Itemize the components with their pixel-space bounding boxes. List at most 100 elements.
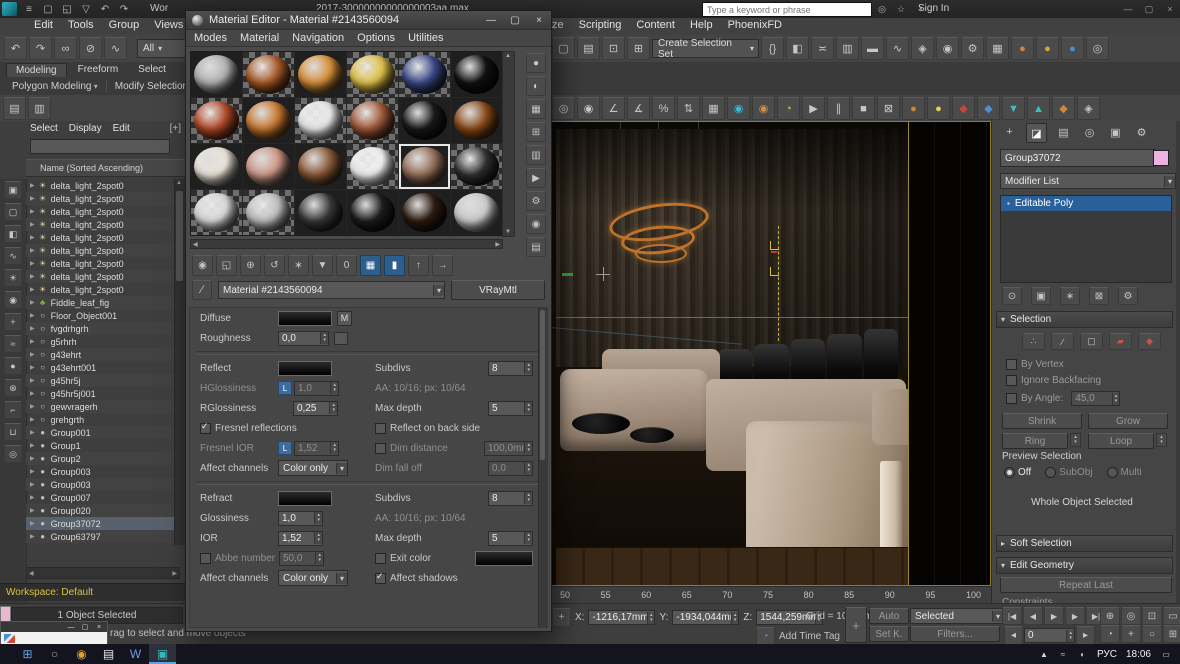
affect-channels-dropdown[interactable]: Color only: [278, 460, 348, 476]
material-slot-24[interactable]: [451, 190, 502, 235]
go-to-parent-icon[interactable]: ↑: [408, 255, 429, 276]
minimize-window-icon[interactable]: —: [1122, 3, 1134, 15]
favorites-icon[interactable]: ☆: [895, 3, 907, 15]
scene-object-row[interactable]: delta_light_2spot0: [26, 244, 175, 257]
scene-object-row[interactable]: Group003: [26, 465, 175, 478]
select-by-material-icon[interactable]: ◉: [526, 214, 546, 234]
taskbar-search-icon[interactable]: ○: [41, 644, 68, 664]
edge-subobject-icon[interactable]: ∕: [1051, 333, 1074, 350]
by-angle-checkbox[interactable]: [1006, 393, 1017, 404]
ignore-backfacing-checkbox[interactable]: [1006, 375, 1017, 386]
field-of-view-icon[interactable]: ◔: [1100, 625, 1120, 643]
scene-object-row[interactable]: delta_light_2spot0: [26, 231, 175, 244]
frame-back-icon[interactable]: ◂: [1004, 626, 1023, 645]
mini-maximize-icon[interactable]: ▢: [81, 623, 89, 631]
transform-typein-icon[interactable]: +: [552, 608, 571, 627]
scene-object-row[interactable]: Group020: [26, 504, 175, 517]
reflect-subdivs-field[interactable]: 8: [488, 361, 533, 376]
modifier-stack[interactable]: Editable Poly: [1000, 195, 1172, 283]
max-taskbar-icon[interactable]: ▣: [149, 644, 176, 664]
explorer-menu-item[interactable]: Edit: [113, 123, 130, 134]
window-crossing-toggle-icon[interactable]: ⊞: [627, 37, 650, 60]
language-indicator[interactable]: РУС: [1097, 649, 1117, 660]
menu-item[interactable]: Edit: [34, 19, 53, 31]
menu-item[interactable]: Tools: [68, 19, 94, 31]
spinner-snap-icon[interactable]: ⇅: [677, 97, 700, 120]
show-end-result-stack-icon[interactable]: ▣: [1031, 287, 1051, 305]
explorer-display-bones-icon[interactable]: ⌐: [4, 401, 22, 419]
previous-frame-icon[interactable]: ◀: [1023, 607, 1043, 625]
me-menu-item[interactable]: Material: [240, 32, 279, 44]
configure-modifier-sets-icon[interactable]: ⚙: [1118, 287, 1138, 305]
material-type-button[interactable]: VRayMtl: [451, 280, 545, 300]
start-button-icon[interactable]: ⊞: [14, 644, 41, 664]
material-slot-8[interactable]: [243, 98, 294, 143]
material-slot-11[interactable]: [399, 98, 450, 143]
pan-icon[interactable]: +: [1121, 625, 1141, 643]
affect-shadows-checkbox[interactable]: [375, 573, 386, 584]
material-slot-12[interactable]: [451, 98, 502, 143]
volume-icon[interactable]: ◖: [1076, 648, 1088, 660]
ribbon-tab-select[interactable]: Select: [129, 63, 175, 77]
reflect-color-swatch[interactable]: [278, 361, 332, 376]
network-icon[interactable]: ≈: [1057, 648, 1069, 660]
me-menu-item[interactable]: Navigation: [292, 32, 344, 44]
maximize-viewport-icon[interactable]: ⊞: [1163, 625, 1180, 643]
scene-object-row[interactable]: g45hr5j001: [26, 387, 175, 400]
modifier-list-dropdown[interactable]: Modifier List: [1000, 173, 1176, 189]
scene-object-row[interactable]: Fiddle_leaf_fig: [26, 296, 175, 309]
scene-object-row[interactable]: delta_light_2spot0: [26, 257, 175, 270]
make-unique-stack-icon[interactable]: ∗: [1060, 287, 1080, 305]
named-selection-set-combo[interactable]: Create Selection Set: [652, 39, 759, 58]
redo-icon[interactable]: ↷: [29, 37, 52, 60]
mini-minimize-icon[interactable]: —: [67, 623, 75, 631]
scene-object-row[interactable]: Group007: [26, 491, 175, 504]
reflect-max-depth-field[interactable]: 5: [488, 401, 533, 416]
material-slot-3[interactable]: [295, 52, 346, 97]
roughness-field[interactable]: 0,0: [278, 331, 329, 346]
search-input[interactable]: [703, 5, 871, 15]
ribbon-group-polygon-modeling[interactable]: Polygon Modeling: [4, 81, 107, 92]
make-preview-icon[interactable]: ▶: [526, 168, 546, 188]
me-menu-item[interactable]: Utilities: [408, 32, 443, 44]
exit-color-checkbox[interactable]: [375, 553, 386, 564]
utilities-tab-icon[interactable]: ⚙: [1132, 123, 1151, 141]
selection-rollout-header[interactable]: Selection: [996, 311, 1173, 328]
explorer-menu-item[interactable]: Display: [69, 123, 102, 134]
scene-object-row[interactable]: fvgdrhgrh: [26, 322, 175, 335]
key-selection-dropdown[interactable]: Selected: [910, 608, 1004, 624]
new-scene-icon[interactable]: ▢: [41, 2, 55, 16]
edit-geometry-rollout-header[interactable]: Edit Geometry: [996, 557, 1173, 574]
sample-type-sphere-icon[interactable]: ●: [526, 53, 546, 73]
x-coordinate-field[interactable]: -1216,17mm: [588, 610, 655, 625]
put-to-scene-icon[interactable]: ◱: [216, 255, 237, 276]
scene-object-row[interactable]: Group2: [26, 452, 175, 465]
render-setup-icon[interactable]: ⚙: [961, 37, 984, 60]
menu-item[interactable]: Views: [154, 19, 183, 31]
hglossiness-lock-button[interactable]: L: [278, 381, 292, 395]
edit-named-selection-sets-icon[interactable]: {}: [761, 37, 784, 60]
explorer-display-helpers-icon[interactable]: +: [4, 313, 22, 331]
set-keys-button[interactable]: +: [845, 607, 867, 643]
play-simulation-icon[interactable]: ▶: [802, 97, 825, 120]
scene-object-row[interactable]: g43ehrt: [26, 348, 175, 361]
scene-object-row[interactable]: Group003: [26, 478, 175, 491]
menu-item-customize-fragment[interactable]: ze: [552, 19, 564, 31]
diffuse-map-button[interactable]: M: [337, 311, 352, 326]
scene-object-row[interactable]: Group63797: [26, 530, 175, 543]
preview-selection-radio[interactable]: Off: [1004, 467, 1031, 478]
isolate-selection-icon[interactable]: ◎: [552, 97, 575, 120]
explorer-display-geometry-icon[interactable]: ◧: [4, 225, 22, 243]
loop-button[interactable]: Loop: [1088, 433, 1154, 449]
repeat-last-button[interactable]: Repeat Last: [1000, 577, 1172, 593]
material-slot-4[interactable]: [347, 52, 398, 97]
select-by-name-icon[interactable]: ▤: [577, 37, 600, 60]
params-scrollbar[interactable]: [538, 308, 547, 627]
options-icon[interactable]: ⚙: [526, 191, 546, 211]
scene-object-row[interactable]: delta_light_2spot0: [26, 270, 175, 283]
bind-to-space-warp-icon[interactable]: ∿: [104, 37, 127, 60]
preview-selection-radio[interactable]: SubObj: [1045, 467, 1092, 478]
material-slot-13[interactable]: [191, 144, 242, 189]
keyword-search[interactable]: [702, 2, 872, 17]
vertex-subobject-icon[interactable]: ∴: [1022, 333, 1045, 350]
